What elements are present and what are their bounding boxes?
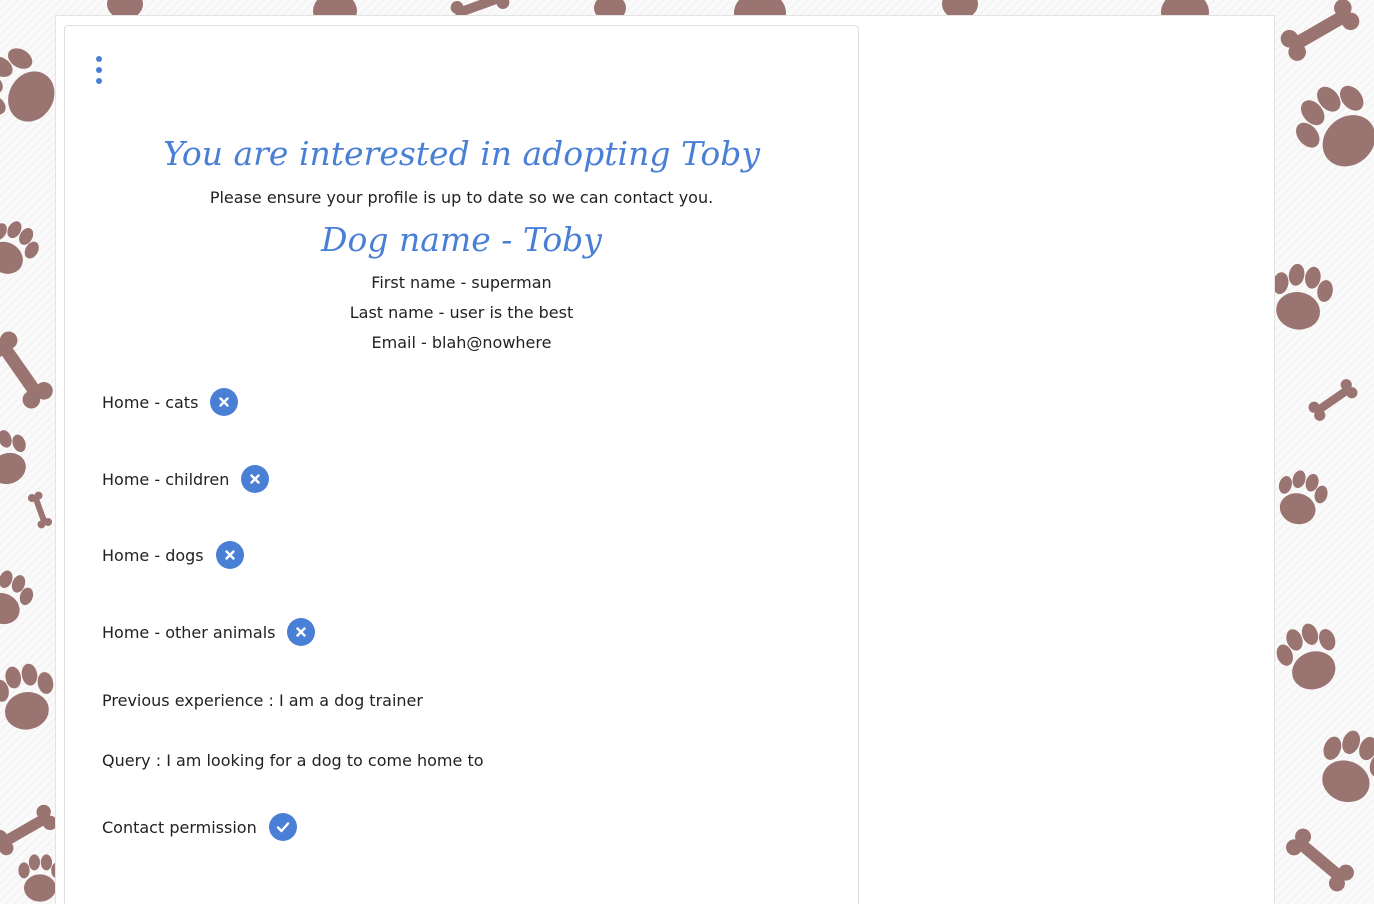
home-dogs-label: Home - dogs xyxy=(102,545,204,565)
email-text: Email - blah@nowhere xyxy=(371,333,552,352)
kebab-menu-icon[interactable] xyxy=(93,56,105,84)
cross-circle-icon xyxy=(287,618,316,646)
check-circle-icon xyxy=(268,813,297,841)
cross-circle-icon xyxy=(241,465,270,493)
home-dogs-row: Home - dogs xyxy=(102,541,244,569)
dog-name-heading: Dog name - Toby xyxy=(321,220,602,259)
home-children-label: Home - children xyxy=(102,469,230,489)
last-name-text: Last name - user is the best xyxy=(349,303,574,322)
home-other-animals-row: Home - other animals xyxy=(102,618,316,646)
first-name-text: First name - superman xyxy=(371,273,552,292)
page-title: You are interested in adopting Toby xyxy=(162,134,761,173)
home-cats-label: Home - cats xyxy=(102,392,199,412)
home-cats-row: Home - cats xyxy=(102,388,239,416)
home-children-row: Home - children xyxy=(102,465,270,493)
cross-circle-icon xyxy=(210,388,239,416)
contact-permission-label: Contact permission xyxy=(102,817,257,837)
contact-permission-row: Contact permission xyxy=(102,813,297,841)
previous-experience-text: Previous experience : I am a dog trainer xyxy=(102,691,423,710)
cross-circle-icon xyxy=(215,541,244,569)
query-text: Query : I am looking for a dog to come h… xyxy=(102,751,484,770)
adoption-interest-card: You are interested in adopting Toby Plea… xyxy=(64,25,859,904)
page-subtitle: Please ensure your profile is up to date… xyxy=(209,188,714,207)
home-other-animals-label: Home - other animals xyxy=(102,622,276,642)
